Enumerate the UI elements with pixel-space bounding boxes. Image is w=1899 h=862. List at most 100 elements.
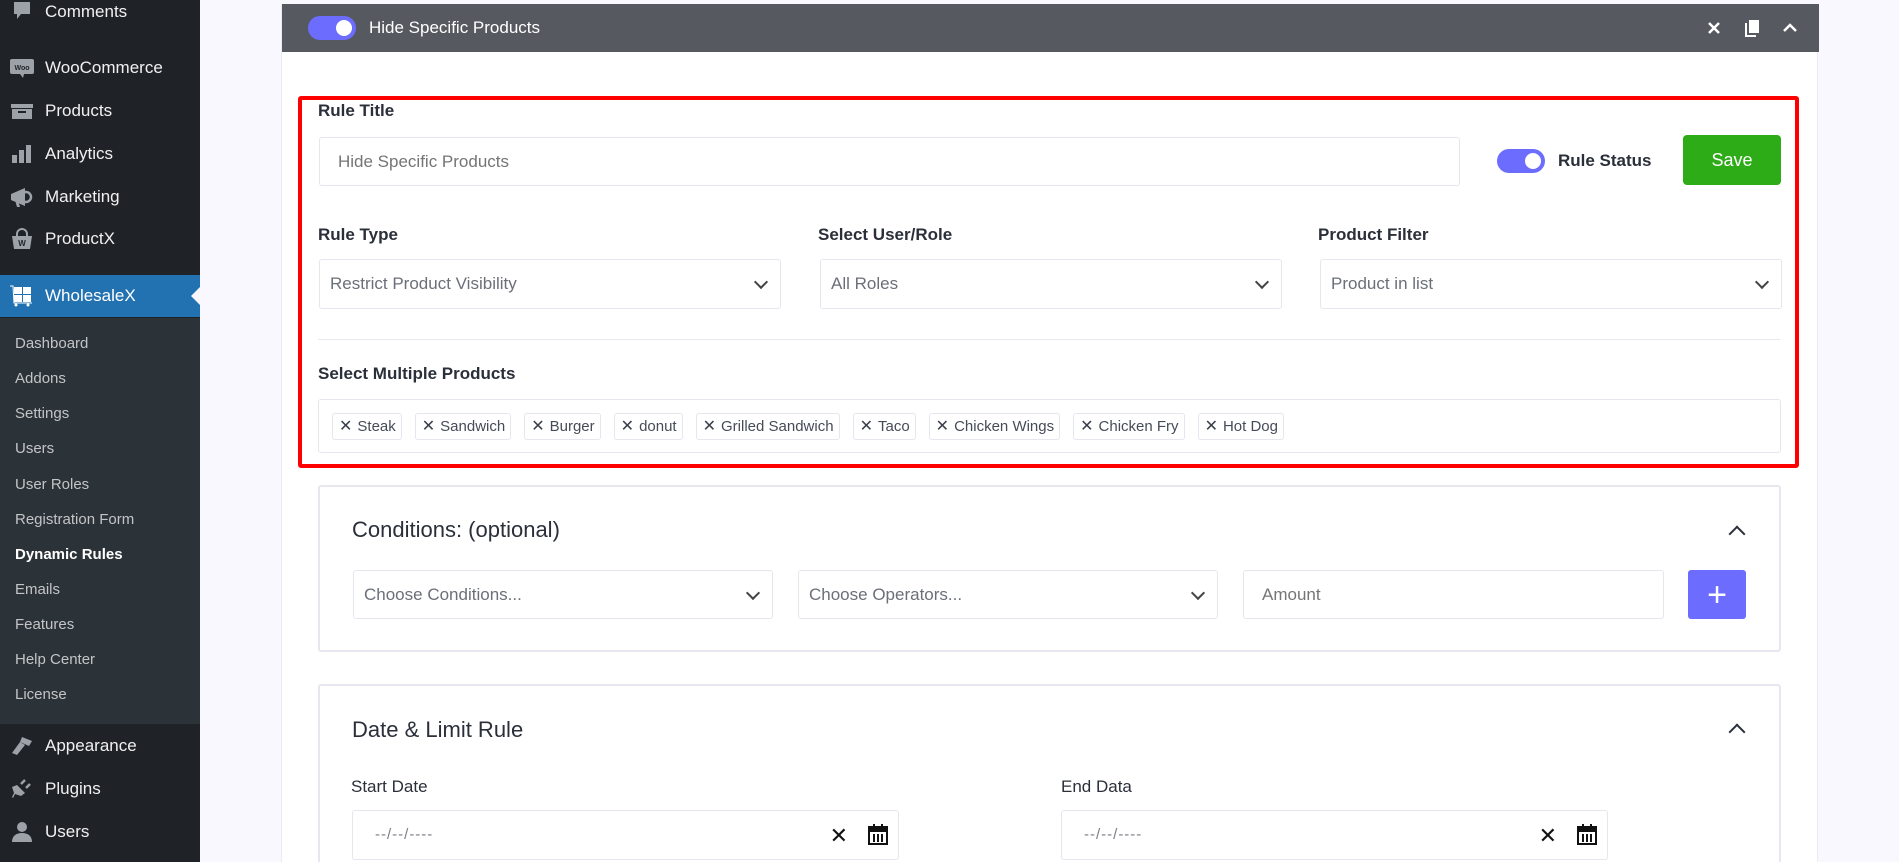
product-filter-select[interactable]: Product in list [1320, 259, 1782, 309]
basket-icon: W [9, 228, 35, 250]
end-date-input[interactable]: --/--/---- ✕ [1061, 810, 1608, 860]
product-tag-label: Burger [549, 417, 595, 435]
remove-tag-icon[interactable]: ✕ [703, 416, 716, 436]
rule-status: Rule Status [1497, 149, 1652, 173]
product-tag-label: Hot Dog [1222, 417, 1278, 435]
product-tag-label: Taco [877, 417, 910, 435]
remove-tag-icon[interactable]: ✕ [531, 416, 544, 436]
sidebar-item-users[interactable]: Users [0, 812, 200, 852]
remove-tag-icon[interactable]: ✕ [1080, 416, 1093, 436]
conditions-placeholder: Choose Conditions... [364, 584, 522, 604]
admin-sidebar: Comments Woo WooCommerce Products Analyt… [0, 0, 200, 862]
submenu-addons[interactable]: Addons [15, 370, 66, 387]
chevron-down-icon [753, 274, 769, 290]
sidebar-item-analytics[interactable]: Analytics [0, 134, 200, 174]
sidebar-item-label: Users [45, 822, 90, 841]
user-role-select[interactable]: All Roles [820, 259, 1282, 309]
wholesalex-icon [9, 285, 35, 307]
start-date-placeholder: --/--/---- [375, 826, 434, 843]
sidebar-item-woocommerce[interactable]: Woo WooCommerce [0, 48, 200, 88]
product-tag-label: Chicken Fry [1098, 417, 1179, 435]
chevron-up-icon[interactable] [1727, 719, 1747, 741]
product-tag: ✕ Chicken Wings [928, 412, 1061, 440]
remove-tag-icon[interactable]: ✕ [621, 416, 634, 436]
amount-input[interactable] [1243, 570, 1664, 619]
product-filter-label: Product Filter [1318, 225, 1429, 244]
end-date-placeholder: --/--/---- [1084, 826, 1143, 843]
product-tag: ✕ donut [613, 412, 683, 440]
end-date-label: End Data [1061, 777, 1132, 796]
product-tag: ✕ Burger [524, 412, 601, 440]
chevron-down-icon [1190, 585, 1206, 600]
close-icon[interactable] [1705, 19, 1723, 37]
add-condition-button[interactable]: + [1688, 570, 1746, 619]
submenu-features[interactable]: Features [15, 616, 74, 633]
plus-icon: + [1707, 575, 1727, 614]
sidebar-item-plugins[interactable]: Plugins [0, 769, 200, 809]
save-button[interactable]: Save [1683, 135, 1781, 185]
submenu-help-center[interactable]: Help Center [15, 651, 95, 668]
products-label: Select Multiple Products [318, 364, 516, 383]
product-tag-label: Chicken Wings [954, 417, 1055, 435]
product-tag-label: Sandwich [440, 417, 506, 435]
start-date-input[interactable]: --/--/---- ✕ [352, 810, 899, 860]
sidebar-item-label: Plugins [45, 779, 101, 798]
rule-card-actions [1705, 4, 1799, 52]
product-tag: ✕ Chicken Fry [1073, 412, 1185, 440]
sidebar-item-label: Comments [45, 2, 128, 21]
chevron-down-icon [745, 585, 761, 600]
bar-chart-icon [9, 143, 35, 165]
sidebar-item-label: Marketing [45, 187, 120, 206]
remove-tag-icon[interactable]: ✕ [339, 416, 352, 436]
conditions-section: Conditions: (optional) [318, 485, 1781, 652]
sidebar-item-comments[interactable]: Comments [0, 0, 200, 32]
sidebar-item-wholesalex[interactable]: WholesaleX [0, 275, 200, 317]
sidebar-item-appearance[interactable]: Appearance [0, 726, 200, 766]
svg-text:W: W [18, 239, 26, 248]
rule-enabled-toggle[interactable] [308, 16, 356, 40]
products-multiselect[interactable]: ✕ Steak ✕ Sandwich ✕ Burger ✕ donut ✕ Grilled San… [318, 399, 1781, 453]
rule-type-label: Rule Type [318, 225, 398, 244]
clear-icon[interactable]: ✕ [1539, 823, 1557, 849]
rule-title-input[interactable] [319, 137, 1460, 186]
rule-card-header: Hide Specific Products [282, 4, 1819, 52]
chevron-up-icon[interactable] [1781, 19, 1799, 37]
sidebar-item-label: Appearance [45, 736, 137, 755]
rule-type-select[interactable]: Restrict Product Visibility [319, 259, 781, 309]
clear-icon[interactable]: ✕ [830, 823, 848, 849]
rule-type-value: Restrict Product Visibility [330, 274, 517, 293]
rule-status-toggle[interactable] [1497, 149, 1545, 173]
conditions-select[interactable]: Choose Conditions... [353, 570, 773, 619]
sidebar-item-marketing[interactable]: Marketing [0, 177, 200, 217]
submenu-dashboard[interactable]: Dashboard [15, 335, 88, 352]
date-limit-title: Date & Limit Rule [352, 717, 524, 742]
sidebar-item-products[interactable]: Products [0, 91, 200, 131]
copy-icon[interactable] [1743, 19, 1761, 37]
submenu-settings[interactable]: Settings [15, 405, 69, 422]
remove-tag-icon[interactable]: ✕ [936, 416, 949, 436]
submenu-user-roles[interactable]: User Roles [15, 476, 89, 493]
remove-tag-icon[interactable]: ✕ [1205, 416, 1218, 436]
sidebar-item-label: WooCommerce [45, 58, 163, 77]
submenu-license[interactable]: License [15, 686, 67, 703]
sidebar-item-productx[interactable]: W ProductX [0, 219, 200, 259]
remove-tag-icon[interactable]: ✕ [422, 416, 435, 436]
archive-box-icon [9, 100, 35, 122]
submenu-dynamic-rules[interactable]: Dynamic Rules [15, 546, 123, 563]
operators-select[interactable]: Choose Operators... [798, 570, 1218, 619]
user-role-value: All Roles [831, 274, 899, 293]
svg-text:Woo: Woo [14, 65, 29, 72]
chevron-down-icon [1754, 274, 1770, 290]
calendar-icon[interactable] [1577, 823, 1597, 850]
chevron-up-icon[interactable] [1727, 521, 1747, 543]
submenu-registration-form[interactable]: Registration Form [15, 511, 134, 528]
calendar-icon[interactable] [868, 823, 888, 850]
chevron-down-icon [1254, 274, 1270, 290]
remove-tag-icon[interactable]: ✕ [860, 416, 873, 436]
submenu-emails[interactable]: Emails [15, 581, 60, 598]
sidebar-item-label: WholesaleX [45, 286, 136, 305]
wholesalex-submenu: Dashboard Addons Settings Users User Rol… [0, 318, 200, 724]
comment-icon [9, 1, 35, 23]
submenu-users[interactable]: Users [15, 440, 54, 457]
rule-status-label: Rule Status [1558, 151, 1652, 170]
